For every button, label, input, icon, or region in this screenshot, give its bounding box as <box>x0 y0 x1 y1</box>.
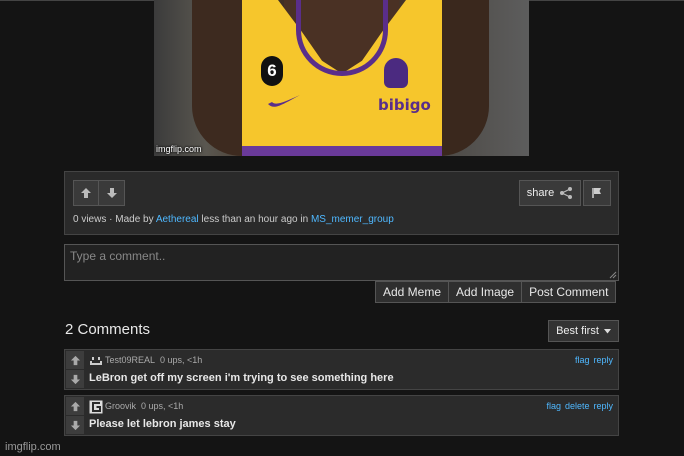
reply-link[interactable]: reply <box>593 355 613 365</box>
sponsor-logo: bibigo <box>378 96 431 114</box>
comment-downvote-button[interactable] <box>66 370 84 388</box>
arrow-down-icon <box>106 188 117 198</box>
comment-text: Please let lebron james stay <box>89 418 236 430</box>
comments-count: 2 Comments <box>65 321 151 338</box>
view-count: 0 views <box>73 214 107 225</box>
comment-header: Groovik 0 ups, <1h <box>105 401 183 411</box>
share-label: share <box>526 187 555 199</box>
comment-meta: 0 ups, <1h <box>160 355 203 365</box>
time-label: less than an hour ago in <box>198 214 311 225</box>
team-patch-icon <box>384 58 408 88</box>
comment-username[interactable]: Test09REAL <box>105 355 155 365</box>
comment-actions: flag reply <box>575 355 613 365</box>
avatar-icon[interactable] <box>89 354 103 368</box>
add-meme-button[interactable]: Add Meme <box>375 281 450 303</box>
comment-upvote-button[interactable] <box>66 397 84 415</box>
upvote-button[interactable] <box>73 180 99 206</box>
comment-meta: 0 ups, <1h <box>141 401 184 411</box>
meme-image[interactable]: 6 bibigo imgflip.com <box>154 0 529 156</box>
meme-action-panel: share 0 views · Made by Aethereal less t… <box>64 171 619 235</box>
author-link[interactable]: Aethereal <box>156 214 199 225</box>
comment-header: Test09REAL 0 ups, <1h <box>105 355 202 365</box>
comment-form-buttons: Add Meme Add Image Post Comment <box>375 281 617 303</box>
flag-icon <box>592 188 601 198</box>
reply-link[interactable]: reply <box>593 401 613 411</box>
image-watermark: imgflip.com <box>156 144 202 154</box>
comment-username[interactable]: Groovik <box>105 401 136 411</box>
caret-down-icon <box>603 328 611 333</box>
comment-actions: flag delete reply <box>546 401 613 411</box>
avatar-icon[interactable] <box>89 400 103 414</box>
comment-text: LeBron get off my screen i'm trying to s… <box>89 372 394 384</box>
footer-watermark: imgflip.com <box>5 441 61 453</box>
share-button[interactable]: share <box>519 180 581 206</box>
sort-dropdown[interactable]: Best first <box>548 320 619 342</box>
flag-link[interactable]: flag <box>575 355 590 365</box>
sort-label: Best first <box>556 325 599 337</box>
comment-item: Groovik 0 ups, <1h flag delete reply Please… <box>64 395 619 436</box>
comment-upvote-button[interactable] <box>66 351 84 369</box>
arrow-up-icon <box>70 401 80 411</box>
flag-link[interactable]: flag <box>546 401 561 411</box>
comment-item: Test09REAL 0 ups, <1h flag reply LeBron ge… <box>64 349 619 390</box>
arrow-down-icon <box>70 374 80 384</box>
add-image-button[interactable]: Add Image <box>449 281 523 303</box>
swoosh-logo-icon <box>268 95 300 107</box>
comment-downvote-button[interactable] <box>66 416 84 434</box>
delete-link[interactable]: delete <box>565 401 590 411</box>
jersey-number-badge: 6 <box>261 56 283 86</box>
arrow-up-icon <box>70 355 80 365</box>
meme-meta: 0 views · Made by Aethereal less than an… <box>73 214 394 225</box>
vote-group <box>73 180 125 206</box>
arrow-up-icon <box>81 188 91 198</box>
made-by-label: · Made by <box>106 214 156 225</box>
comment-vote-group <box>66 397 84 434</box>
comment-input[interactable] <box>64 244 619 281</box>
downvote-button[interactable] <box>99 180 125 206</box>
post-comment-button[interactable]: Post Comment <box>522 281 617 303</box>
stream-link[interactable]: MS_memer_group <box>311 214 394 225</box>
arrow-down-icon <box>70 420 80 430</box>
meme-jersey-hem <box>242 146 442 156</box>
resize-grip-icon[interactable] <box>609 271 617 279</box>
share-icon <box>560 187 573 199</box>
flag-button[interactable] <box>583 180 611 206</box>
comment-vote-group <box>66 351 84 388</box>
